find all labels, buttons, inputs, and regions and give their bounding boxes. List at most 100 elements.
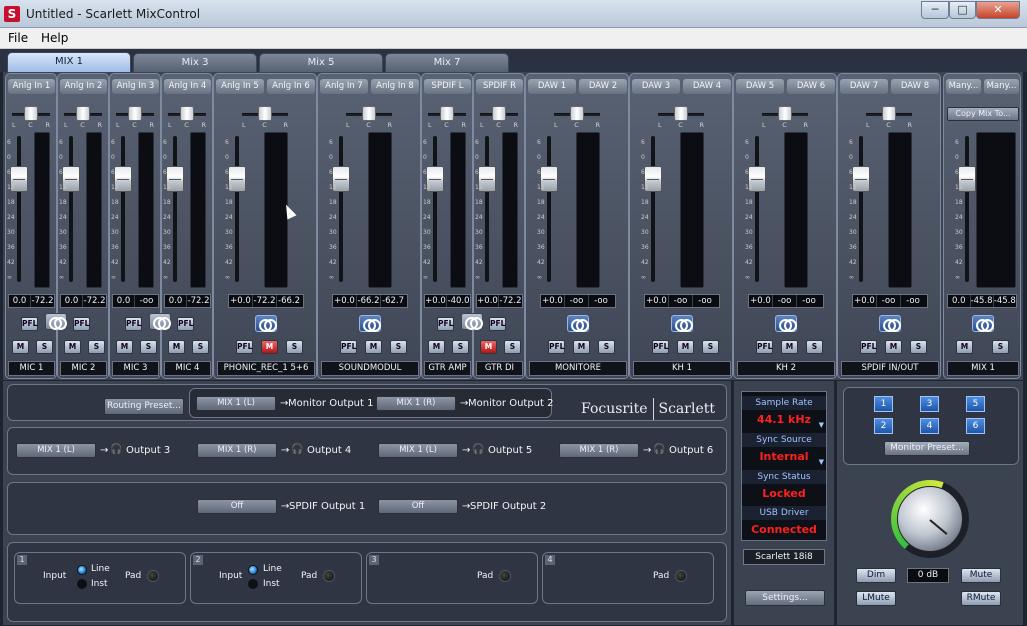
- pan-slider[interactable]: LCR: [866, 106, 912, 129]
- volume-fader[interactable]: [166, 130, 184, 290]
- volume-fader[interactable]: [62, 130, 80, 290]
- tab-mix-3[interactable]: Mix 3: [133, 53, 257, 72]
- pfl-button[interactable]: PFL: [340, 340, 357, 354]
- solo-button[interactable]: S: [910, 340, 927, 354]
- routing-preset-button[interactable]: Routing Preset...: [104, 398, 184, 415]
- dropdown-arrow-icon[interactable]: ▼: [819, 421, 824, 429]
- pan-slider[interactable]: LCR: [64, 106, 102, 129]
- pan-handle[interactable]: [362, 106, 376, 121]
- volume-fader[interactable]: [644, 130, 662, 290]
- pad-toggle[interactable]: [499, 570, 511, 582]
- input-source-selector[interactable]: Anlg In 1: [8, 79, 55, 94]
- channel-name[interactable]: MONITORE: [529, 361, 627, 376]
- input-source-selector-left[interactable]: Many...: [946, 79, 981, 94]
- pan-slider[interactable]: LCR: [346, 106, 392, 129]
- pfl-button[interactable]: PFL: [21, 317, 38, 331]
- pfl-button[interactable]: PFL: [125, 317, 142, 331]
- monitor-preset-button[interactable]: Monitor Preset...: [884, 441, 970, 456]
- volume-fader[interactable]: [10, 130, 28, 290]
- mute-button[interactable]: M: [885, 340, 902, 354]
- pan-slider[interactable]: LCR: [168, 106, 206, 129]
- solo-button[interactable]: S: [390, 340, 407, 354]
- channel-name[interactable]: SOUNDMODUL: [321, 361, 419, 376]
- solo-button[interactable]: S: [88, 340, 105, 354]
- monitor-button-5[interactable]: 5: [966, 396, 985, 412]
- channel-name[interactable]: MIC 1: [8, 361, 55, 376]
- monitor-button-6[interactable]: 6: [966, 418, 985, 434]
- monitor-button-3[interactable]: 3: [920, 396, 939, 412]
- pan-handle[interactable]: [570, 106, 584, 121]
- channel-name[interactable]: SPDIF IN/OUT: [841, 361, 939, 376]
- solo-button[interactable]: S: [140, 340, 157, 354]
- monitor-output-2-source[interactable]: MIX 1 (R): [376, 396, 456, 411]
- stereo-link-icon[interactable]: [879, 315, 901, 332]
- input-source-selector-right[interactable]: Anlg In 8: [371, 79, 419, 94]
- pfl-button[interactable]: PFL: [177, 317, 194, 331]
- input-source-selector-right[interactable]: Anlg In 6: [267, 79, 315, 94]
- line-radio[interactable]: [77, 565, 87, 575]
- menu-help[interactable]: Help: [41, 31, 68, 45]
- volume-fader[interactable]: [426, 130, 444, 290]
- channel-name[interactable]: GTR DI: [476, 361, 523, 376]
- lmute-button[interactable]: LMute: [856, 591, 896, 606]
- pfl-button[interactable]: PFL: [73, 317, 90, 331]
- pad-toggle[interactable]: [323, 570, 335, 582]
- solo-button[interactable]: S: [452, 340, 469, 354]
- pfl-button[interactable]: PFL: [652, 340, 669, 354]
- solo-button[interactable]: S: [598, 340, 615, 354]
- rmute-button[interactable]: RMute: [961, 591, 1001, 606]
- minimize-button[interactable]: ─: [921, 1, 949, 19]
- pan-slider[interactable]: LCR: [242, 106, 288, 129]
- pan-handle[interactable]: [778, 106, 792, 121]
- solo-button[interactable]: S: [702, 340, 719, 354]
- pan-slider[interactable]: LCR: [762, 106, 808, 129]
- input-source-selector[interactable]: SPDIF R: [476, 79, 523, 94]
- pan-slider[interactable]: LCR: [428, 106, 466, 129]
- pan-handle[interactable]: [674, 106, 688, 121]
- settings-button[interactable]: Settings...: [745, 590, 825, 606]
- pan-handle[interactable]: [882, 106, 896, 121]
- solo-button[interactable]: S: [806, 340, 823, 354]
- menu-file[interactable]: File: [8, 31, 28, 45]
- sync-source-value[interactable]: Internal: [742, 448, 826, 466]
- spdif-output-2-source[interactable]: Off: [378, 499, 458, 514]
- copy-mix-button[interactable]: Copy Mix To...: [947, 107, 1019, 121]
- input-source-selector-left[interactable]: DAW 3: [632, 79, 680, 94]
- inst-radio[interactable]: [248, 579, 258, 589]
- pan-handle[interactable]: [180, 106, 194, 121]
- mute-button[interactable]: Mute: [961, 568, 1001, 583]
- pfl-button[interactable]: PFL: [236, 340, 253, 354]
- mute-button[interactable]: M: [116, 340, 133, 354]
- pan-slider[interactable]: LCR: [12, 106, 50, 129]
- input-source-selector-left[interactable]: Anlg In 5: [216, 79, 264, 94]
- stereo-link-icon[interactable]: [972, 315, 994, 332]
- monitor-button-4[interactable]: 4: [920, 418, 939, 434]
- monitor-output-1-source[interactable]: MIX 1 (L): [196, 396, 276, 411]
- mute-button[interactable]: M: [781, 340, 798, 354]
- input-source-selector-left[interactable]: Anlg In 7: [320, 79, 368, 94]
- channel-name[interactable]: KH 2: [737, 361, 835, 376]
- input-source-selector-right[interactable]: DAW 2: [579, 79, 627, 94]
- maximize-button[interactable]: □: [949, 1, 976, 19]
- output-6-source[interactable]: MIX 1 (R): [559, 443, 639, 458]
- pfl-button[interactable]: PFL: [437, 317, 454, 331]
- dropdown-arrow-icon[interactable]: ▼: [819, 458, 824, 466]
- line-radio[interactable]: [248, 565, 258, 575]
- pan-slider[interactable]: LCR: [480, 106, 518, 129]
- solo-button[interactable]: S: [992, 340, 1009, 354]
- mute-button[interactable]: M: [573, 340, 590, 354]
- solo-button[interactable]: S: [286, 340, 303, 354]
- input-source-selector[interactable]: SPDIF L: [424, 79, 471, 94]
- mute-button[interactable]: M: [956, 340, 973, 354]
- mute-button[interactable]: M: [64, 340, 81, 354]
- pfl-button[interactable]: PFL: [489, 317, 506, 331]
- input-source-selector-left[interactable]: DAW 1: [528, 79, 576, 94]
- input-source-selector[interactable]: Anlg In 3: [112, 79, 159, 94]
- stereo-link-icon[interactable]: [45, 313, 67, 330]
- solo-button[interactable]: S: [504, 340, 521, 354]
- input-source-selector-left[interactable]: DAW 5: [736, 79, 784, 94]
- channel-name[interactable]: PHONIC_REC_1 5+6: [217, 361, 315, 376]
- mute-button[interactable]: M: [677, 340, 694, 354]
- spdif-output-1-source[interactable]: Off: [197, 499, 277, 514]
- volume-fader[interactable]: [540, 130, 558, 290]
